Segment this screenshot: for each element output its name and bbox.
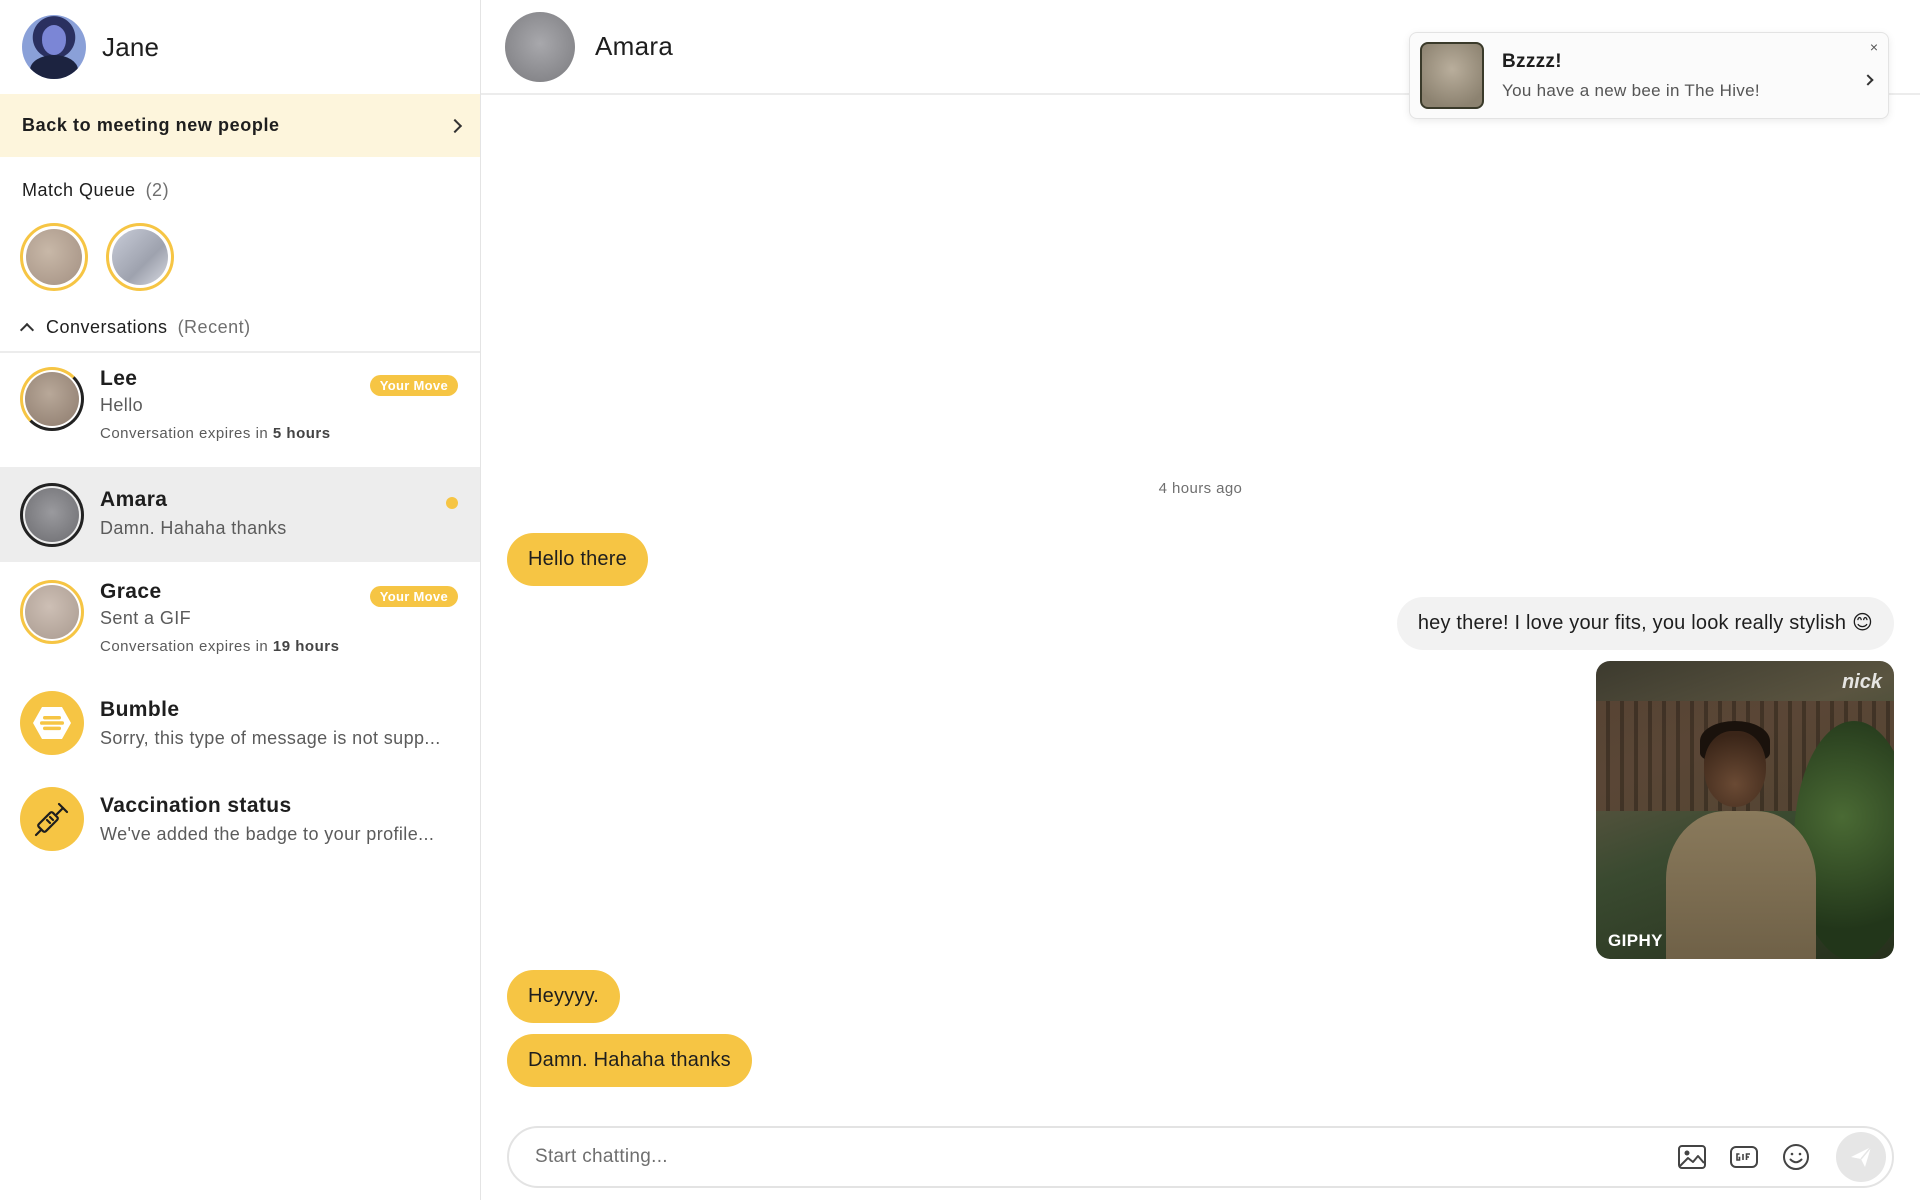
match-queue-title: Match Queue — [22, 179, 136, 200]
notification-thumbnail — [1420, 42, 1484, 109]
conversation-item-bumble[interactable]: Bumble Sorry, this type of message is no… — [0, 675, 480, 771]
back-to-meeting-label: Back to meeting new people — [22, 115, 280, 135]
message-input[interactable] — [535, 1146, 1656, 1168]
contact-avatar[interactable] — [505, 11, 575, 82]
expiry-prefix: Conversation expires in — [100, 425, 269, 442]
user-avatar[interactable] — [22, 15, 86, 79]
conversation-expiry: Conversation expires in 5 hours — [100, 425, 458, 442]
match-queue-photo — [26, 229, 82, 285]
match-queue — [0, 223, 480, 303]
new-match-notification[interactable]: Bzzzz! You have a new bee in The Hive! × — [1409, 32, 1889, 119]
expiry-value: 5 hours — [272, 425, 331, 442]
conversation-preview: Hello — [100, 395, 144, 415]
conversation-text: Amara Damn. Hahaha thanks — [100, 488, 458, 539]
match-queue-count: (2) — [145, 179, 170, 200]
gif-figure-torso — [1666, 811, 1816, 959]
unread-dot — [446, 497, 458, 509]
profile-header: Jane — [0, 0, 480, 94]
conversation-item-amara[interactable]: Amara Damn. Hahaha thanks — [0, 467, 480, 562]
avatar-body — [30, 55, 78, 79]
conversation-text: Bumble Sorry, this type of message is no… — [100, 698, 458, 749]
avatar-face — [42, 25, 66, 55]
chevron-up-icon — [19, 322, 35, 338]
conversation-avatar — [20, 691, 84, 755]
conversation-name: Vaccination status — [100, 793, 292, 817]
image-icon — [1678, 1145, 1706, 1169]
notification-text: Bzzzz! You have a new bee in The Hive! — [1502, 51, 1760, 101]
incoming-message: Hello there — [507, 533, 648, 586]
conversation-preview: We've added the badge to your profile... — [100, 823, 435, 844]
your-move-badge: Your Move — [369, 375, 458, 396]
conversation-expiry: Conversation expires in 19 hours — [100, 638, 458, 655]
conversations-toggle[interactable]: Conversations (Recent) — [0, 303, 480, 353]
conversation-avatar — [20, 787, 84, 851]
bumble-logo-icon — [33, 707, 71, 739]
avatar-photo — [25, 585, 79, 639]
conversation-name: Amara — [100, 488, 168, 511]
conversation-name: Bumble — [100, 697, 180, 721]
conversation-avatar — [20, 482, 84, 547]
syringe-icon — [34, 802, 69, 837]
gif-button[interactable] — [1728, 1141, 1760, 1173]
conversation-preview: Sent a GIF — [100, 608, 192, 628]
match-queue-photo — [112, 229, 168, 285]
notification-title: Bzzzz! — [1502, 50, 1562, 72]
conversations-title: Conversations — [46, 316, 168, 337]
send-icon — [1851, 1146, 1872, 1167]
gif-message[interactable]: nick GIPHY — [1596, 661, 1894, 959]
match-queue-heading: Match Queue (2) — [0, 157, 480, 223]
gif-icon — [1730, 1146, 1758, 1168]
outgoing-message: hey there! I love your fits, you look re… — [1396, 597, 1894, 650]
emoji-button[interactable] — [1780, 1141, 1812, 1173]
your-move-badge: Your Move — [369, 586, 458, 607]
sidebar: Jane Back to meeting new people Match Qu… — [0, 0, 481, 1200]
avatar-photo — [25, 487, 79, 542]
image-upload-button[interactable] — [1676, 1141, 1708, 1173]
conversation-item-vaccination[interactable]: Vaccination status We've added the badge… — [0, 771, 480, 867]
conversation-avatar — [20, 367, 84, 431]
chat-panel: Amara 4 hours ago Hello there hey there!… — [481, 0, 1920, 1200]
expiry-value: 19 hours — [272, 638, 340, 655]
back-to-meeting-button[interactable]: Back to meeting new people — [0, 94, 480, 157]
contact-name[interactable]: Amara — [595, 31, 673, 62]
close-icon[interactable]: × — [1870, 39, 1878, 55]
conversation-item-lee[interactable]: Lee Hello Conversation expires in 5 hour… — [0, 353, 480, 467]
nick-logo: nick — [1841, 671, 1882, 693]
gif-figure — [1666, 721, 1816, 959]
send-button[interactable] — [1836, 1132, 1886, 1182]
conversation-preview: Sorry, this type of message is not supp.… — [100, 727, 441, 748]
message-timestamp: 4 hours ago — [1158, 480, 1243, 497]
smiley-icon — [1783, 1144, 1809, 1170]
message-composer — [507, 1126, 1894, 1188]
incoming-message: Damn. Hahaha thanks — [507, 1034, 752, 1087]
conversation-avatar — [20, 580, 84, 644]
expiry-prefix: Conversation expires in — [100, 638, 269, 655]
conversation-text: Vaccination status We've added the badge… — [100, 794, 458, 845]
conversation-item-grace[interactable]: Grace Sent a GIF Conversation expires in… — [0, 562, 480, 675]
user-name: Jane — [102, 31, 160, 62]
chevron-right-icon[interactable] — [1862, 71, 1874, 89]
giphy-logo: GIPHY — [1608, 931, 1663, 950]
match-queue-avatar[interactable] — [106, 223, 174, 291]
match-queue-avatar[interactable] — [20, 223, 88, 291]
conversations-qualifier: (Recent) — [177, 316, 251, 337]
chevron-right-icon — [447, 118, 463, 133]
conversation-preview: Damn. Hahaha thanks — [100, 518, 287, 538]
notification-body: You have a new bee in The Hive! — [1502, 80, 1760, 100]
gif-figure-head — [1704, 731, 1766, 807]
chevron-glyph — [1862, 74, 1874, 86]
app: Jane Back to meeting new people Match Qu… — [0, 0, 1920, 1200]
avatar-photo — [25, 372, 79, 426]
incoming-message: Heyyyy. — [507, 970, 621, 1023]
